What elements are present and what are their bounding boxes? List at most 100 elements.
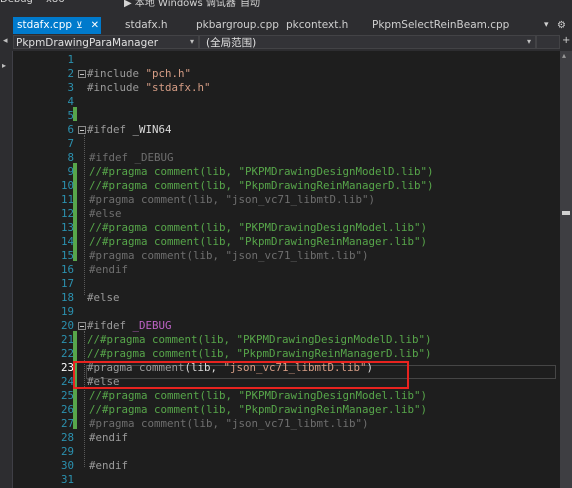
nav-collapse-icon[interactable]: ◂ [3, 36, 8, 46]
line-number: 16 [60, 263, 74, 276]
code-line[interactable]: 15 #pragma comment(lib, "json_vc71_libmt.… [13, 249, 560, 263]
code-line[interactable]: 4 [13, 95, 560, 109]
tab-pkpmselectreinbeam-cpp[interactable]: PkpmSelectReinBeam.cpp [372, 17, 509, 34]
line-number: 25 [60, 389, 74, 402]
code-line[interactable]: 2 #include "pch.h" [13, 67, 560, 81]
member-scope-value: (全局范围) [206, 37, 257, 49]
code-line[interactable]: 28 #endif [13, 431, 560, 445]
code-line[interactable]: 10 //#pragma comment(lib, "PkpmDrawingRei… [13, 179, 560, 193]
fold-toggle-icon[interactable] [78, 126, 86, 134]
code-line[interactable]: 14 //#pragma comment(lib, "PkpmDrawingRei… [13, 235, 560, 249]
pin-icon[interactable]: ⊻ [76, 21, 83, 31]
class-scope-dropdown[interactable]: PkpmDrawingParaManager [13, 35, 199, 49]
code-token: #ifdef [87, 319, 133, 332]
code-line[interactable]: 22 //#pragma comment(lib, "PkpmDrawingRei… [13, 347, 560, 361]
line-number: 7 [67, 137, 74, 150]
code-line[interactable]: 11 #pragma comment(lib, "json_vc71_libmtD… [13, 193, 560, 207]
code-line[interactable]: 21 //#pragma comment(lib, "PKPMDrawingDes… [13, 333, 560, 347]
debug-mode-dropdown[interactable]: 自动 [240, 0, 260, 9]
line-number: 31 [60, 473, 74, 486]
code-text: #endif [89, 431, 128, 445]
line-number: 30 [60, 459, 74, 472]
line-number: 11 [60, 193, 74, 206]
code-line[interactable]: 20 #ifdef _DEBUG [13, 319, 560, 333]
tab-stdafx-cpp[interactable]: stdafx.cpp ⊻ ✕ [13, 17, 101, 34]
member-scope-dropdown[interactable]: (全局范围) [199, 35, 536, 49]
line-number: 23 [60, 361, 74, 374]
chevron-down-icon[interactable]: ▾ [527, 37, 531, 46]
class-scope-value: PkpmDrawingParaManager [16, 37, 159, 49]
tab-pkbargroup-cpp[interactable]: pkbargroup.cpp [196, 17, 279, 34]
line-number: 17 [60, 277, 74, 290]
code-line[interactable]: 19 [13, 305, 560, 319]
line-number: 26 [60, 403, 74, 416]
code-line[interactable]: 6 #ifdef _WIN64 [13, 123, 560, 137]
code-line[interactable]: 8 #ifdef _DEBUG [13, 151, 560, 165]
line-number: 5 [67, 109, 74, 122]
split-view-icon[interactable]: + [562, 35, 570, 46]
line-number: 19 [60, 305, 74, 318]
code-line[interactable]: 12 #else [13, 207, 560, 221]
code-token: _WIN64 [132, 123, 172, 136]
code-line[interactable]: 1 [13, 53, 560, 67]
code-token: //#pragma comment(lib, "PkpmDrawingReinM… [89, 235, 428, 248]
navigation-bar: ◂ PkpmDrawingParaManager ▾ (全局范围) ▾ + [0, 34, 572, 52]
line-number: 10 [60, 179, 74, 192]
code-line[interactable]: 31 [13, 473, 560, 487]
scrollbar-thumb[interactable] [562, 211, 570, 215]
code-token: #ifdef [87, 123, 133, 136]
code-line[interactable]: 16 #endif [13, 263, 560, 277]
line-number: 21 [60, 333, 74, 346]
start-debug-button[interactable]: ▶ 本地 Windows 调试器 [124, 0, 236, 9]
line-number: 12 [60, 207, 74, 220]
vertical-scrollbar[interactable]: ▴ [560, 51, 572, 488]
code-token: //#pragma comment(lib, "PKPMDrawingDesig… [89, 389, 428, 402]
code-text: //#pragma comment(lib, "PkpmDrawingReinM… [89, 235, 427, 249]
close-icon[interactable]: ✕ [91, 20, 99, 31]
code-token: #endif [89, 431, 129, 444]
code-line[interactable]: 30 #endif [13, 459, 560, 473]
line-number: 4 [67, 95, 74, 108]
code-text: #else [87, 291, 120, 305]
fold-toggle-icon[interactable] [78, 70, 86, 78]
platform-dropdown[interactable]: x86 [46, 0, 65, 8]
code-editor[interactable]: 1 2 #include "pch.h" 3 #include "stdafx.h" 4 5… [13, 51, 560, 488]
code-text: #endif [89, 459, 128, 473]
code-text: #else [89, 207, 122, 221]
tab-stdafx-h[interactable]: stdafx.h [125, 17, 168, 34]
line-number: 9 [67, 165, 74, 178]
code-text: //#pragma comment(lib, "PKPMDrawingDesig… [89, 389, 427, 403]
line-number: 8 [67, 151, 74, 164]
solution-config-dropdown[interactable]: Debug [0, 0, 33, 8]
code-line[interactable]: 17 [13, 277, 560, 291]
code-line[interactable]: 3 #include "stdafx.h" [13, 81, 560, 95]
code-line[interactable]: 18 #else [13, 291, 560, 305]
code-line[interactable]: 26 //#pragma comment(lib, "PkpmDrawingRei… [13, 403, 560, 417]
code-line[interactable]: 27 #pragma comment(lib, "json_vc71_libmt.… [13, 417, 560, 431]
document-tabs: stdafx.cpp ⊻ ✕ stdafx.h pkbargroup.cpp pkc… [0, 17, 572, 34]
code-token: #include [87, 67, 146, 80]
code-token: #endif [89, 459, 129, 472]
function-dropdown[interactable] [536, 35, 560, 49]
expand-icon[interactable]: ▸ [2, 61, 6, 70]
code-line[interactable]: 25 //#pragma comment(lib, "PKPMDrawingDes… [13, 389, 560, 403]
code-line[interactable]: 7 [13, 137, 560, 151]
code-line[interactable]: 9 //#pragma comment(lib, "PKPMDrawingDesi… [13, 165, 560, 179]
code-token: //#pragma comment(lib, "PKPMDrawingDesig… [87, 333, 432, 346]
code-text: //#pragma comment(lib, "PkpmDrawingReinM… [89, 403, 427, 417]
fold-toggle-icon[interactable] [78, 322, 86, 330]
line-number: 18 [60, 291, 74, 304]
code-token: #pragma comment(lib, "json_vc71_libmt.li… [89, 417, 369, 430]
scroll-up-icon[interactable]: ▴ [562, 51, 566, 60]
line-number: 20 [60, 319, 74, 332]
code-line[interactable]: 29 [13, 445, 560, 459]
code-line[interactable]: 5 [13, 109, 560, 123]
code-line[interactable]: 13 //#pragma comment(lib, "PKPMDrawingDes… [13, 221, 560, 235]
settings-gear-icon[interactable]: ⚙ [557, 17, 566, 34]
code-text: #ifdef _WIN64 [87, 123, 172, 137]
tab-list-dropdown-icon[interactable]: ▾ [544, 17, 549, 34]
chevron-down-icon[interactable]: ▾ [190, 37, 194, 46]
code-text: //#pragma comment(lib, "PKPMDrawingDesig… [89, 221, 427, 235]
tab-pkcontext-h[interactable]: pkcontext.h [286, 17, 348, 34]
code-token: "pch.h" [145, 67, 192, 80]
